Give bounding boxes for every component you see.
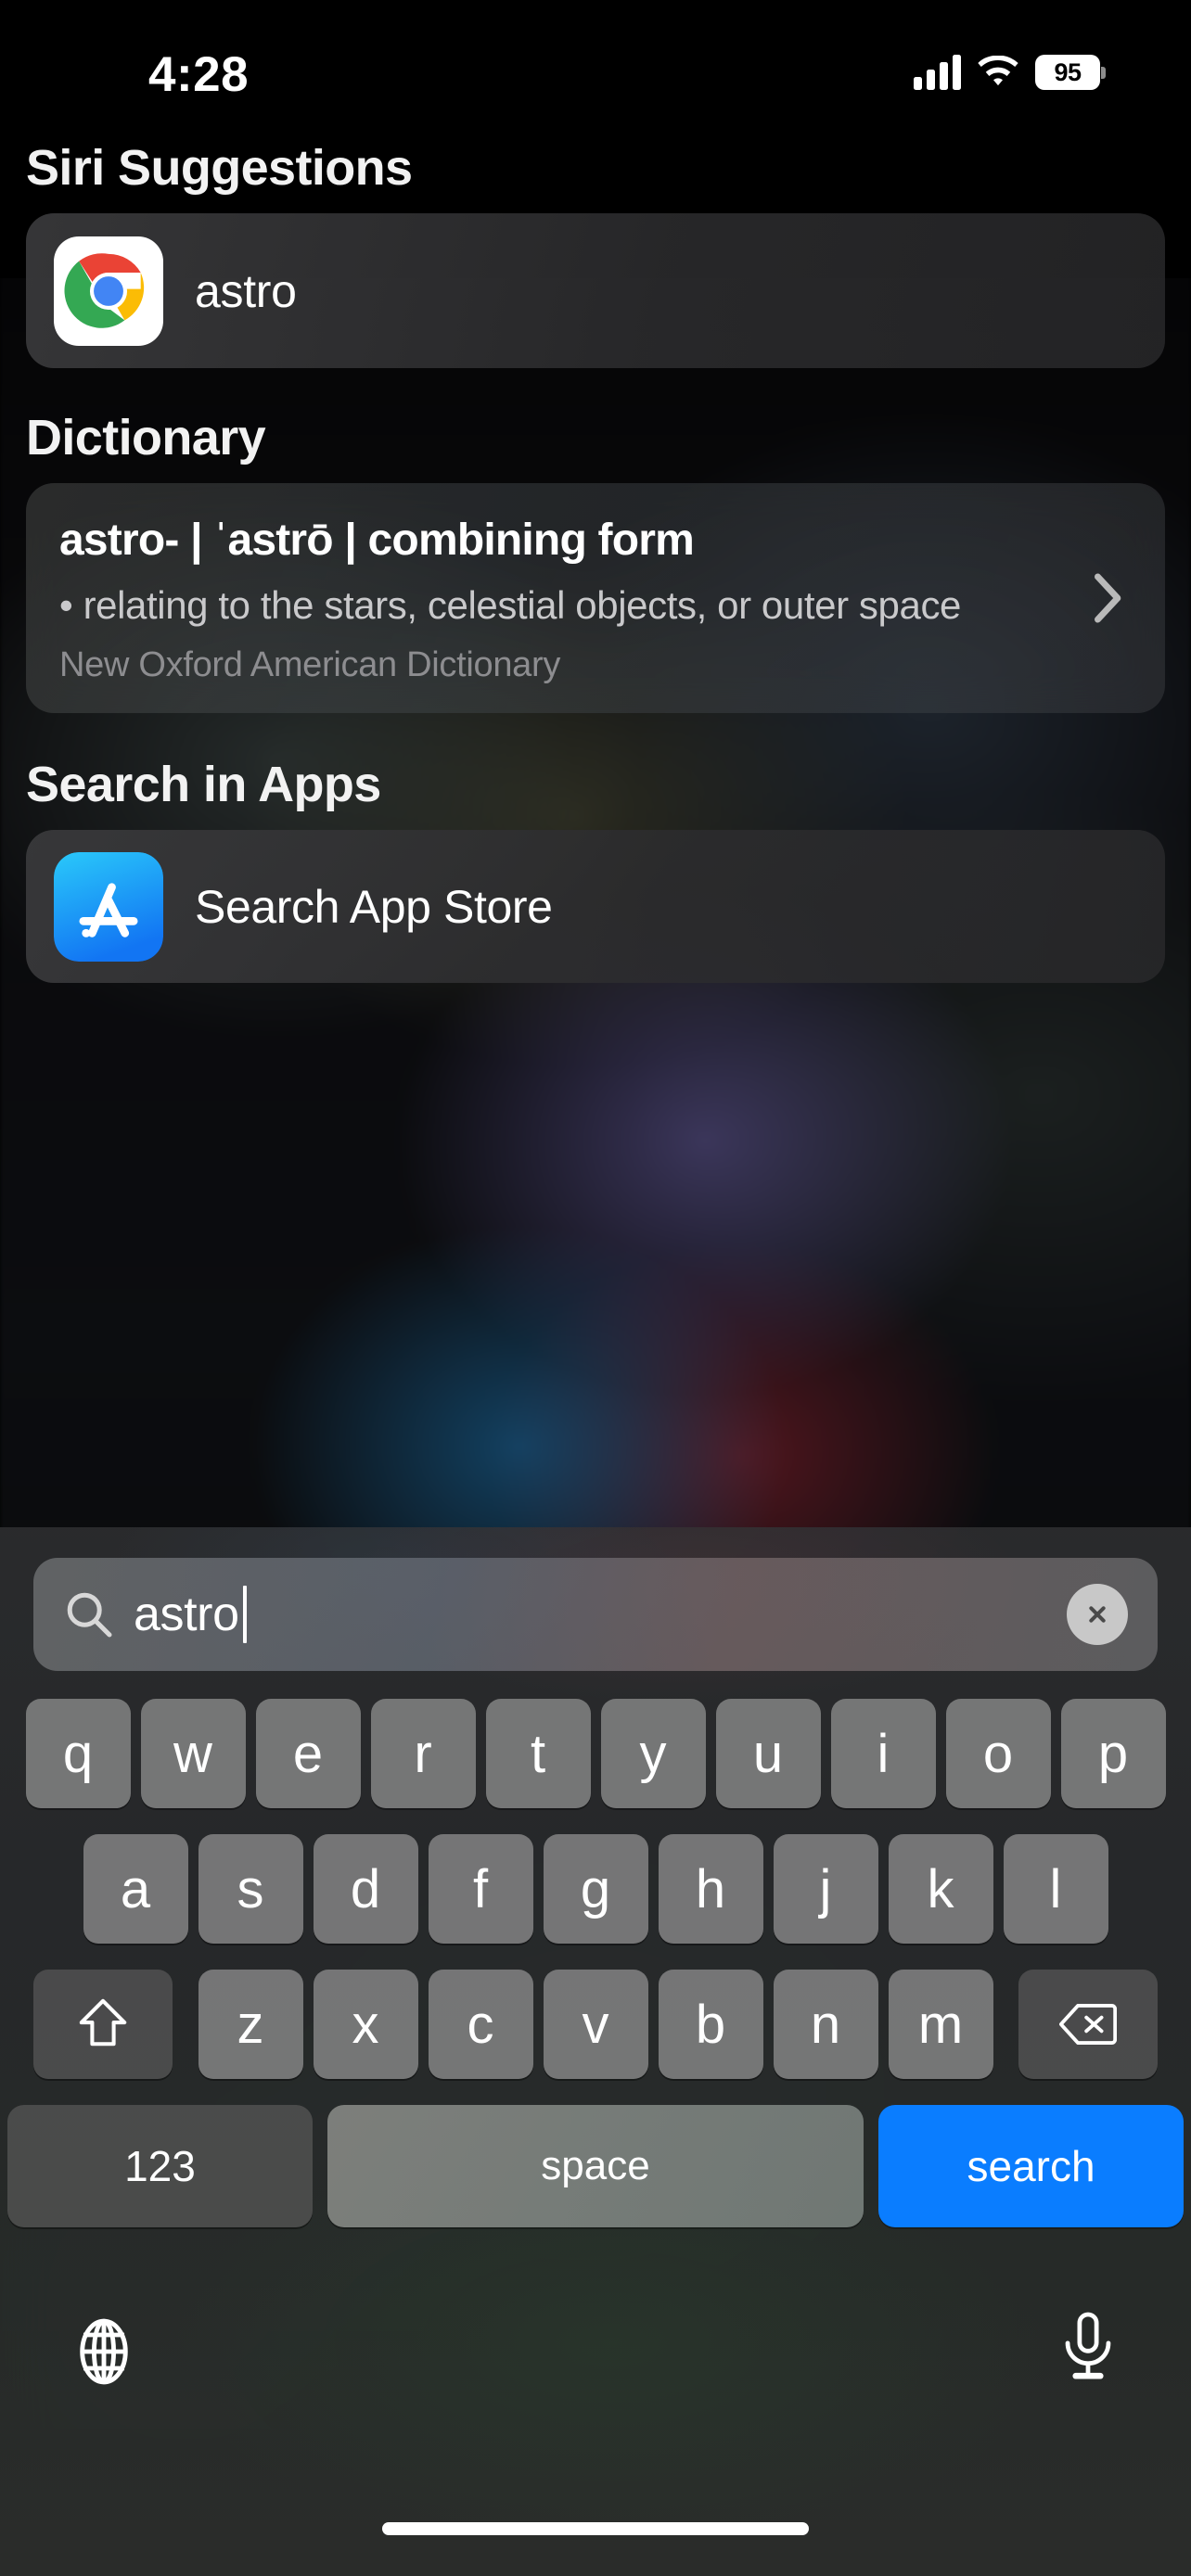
dictionary-card[interactable]: astro- | ˈastrō | combining form • relat… — [26, 483, 1165, 714]
key-d[interactable]: d — [313, 1834, 418, 1944]
search-input-value-wrap: astro — [134, 1586, 247, 1643]
globe-language-icon — [80, 2318, 128, 2385]
keyboard-row-2: a s d f g h j k l — [0, 1834, 1191, 1944]
key-k[interactable]: k — [888, 1834, 993, 1944]
search-results-list: Siri Suggestions astro Dictionary astro-… — [0, 139, 1191, 1530]
key-o[interactable]: o — [945, 1699, 1051, 1808]
clear-search-button[interactable] — [1067, 1584, 1128, 1645]
siri-suggestion-card[interactable]: astro — [26, 213, 1165, 368]
search-return-key[interactable]: search — [878, 2105, 1184, 2227]
search-app-store-label: Search App Store — [195, 880, 553, 933]
space-key[interactable]: space — [327, 2105, 864, 2227]
siri-suggestion-label: astro — [195, 264, 297, 317]
key-t[interactable]: t — [485, 1699, 591, 1808]
chevron-right-icon — [1095, 573, 1121, 623]
key-f[interactable]: f — [428, 1834, 533, 1944]
wifi-icon — [978, 56, 1018, 86]
search-magnifier-icon — [67, 1592, 112, 1638]
key-y[interactable]: y — [600, 1699, 706, 1808]
globe-key[interactable] — [70, 2318, 137, 2385]
list-item[interactable]: Search App Store — [26, 830, 1165, 983]
list-item[interactable]: astro — [26, 213, 1165, 368]
home-indicator — [382, 2522, 809, 2535]
key-l[interactable]: l — [1003, 1834, 1108, 1944]
dictionary-headword: astro- | ˈastrō | combining form — [59, 516, 695, 565]
clear-circle-x-icon — [1089, 1606, 1106, 1623]
key-x[interactable]: x — [313, 1970, 418, 2079]
key-q[interactable]: q — [25, 1699, 131, 1808]
key-u[interactable]: u — [715, 1699, 821, 1808]
keyboard-row-4: 123 space search — [0, 2105, 1191, 2227]
key-r[interactable]: r — [370, 1699, 476, 1808]
keyboard-row-3: z x c v b n m — [0, 1970, 1191, 2079]
key-g[interactable]: g — [543, 1834, 648, 1944]
shift-key[interactable] — [33, 1970, 173, 2079]
app-store-icon — [54, 851, 163, 962]
key-n[interactable]: n — [773, 1970, 878, 2079]
section-header-dictionary: Dictionary — [26, 410, 266, 465]
key-v[interactable]: v — [543, 1970, 648, 2079]
dictionary-source: New Oxford American Dictionary — [59, 645, 561, 685]
microphone-icon — [1065, 2312, 1111, 2379]
backspace-delete-icon — [1059, 2004, 1117, 2045]
key-c[interactable]: c — [428, 1970, 533, 2079]
keyboard-panel: astro q w e r t y u i o p a s d f g h j … — [0, 1527, 1191, 2576]
delete-key[interactable] — [1018, 1970, 1158, 2079]
dictation-key[interactable] — [1061, 2311, 1115, 2385]
key-i[interactable]: i — [830, 1699, 936, 1808]
search-in-apps-card[interactable]: Search App Store — [26, 830, 1165, 984]
text-cursor — [242, 1586, 247, 1643]
key-p[interactable]: p — [1060, 1699, 1166, 1808]
cellular-bars-icon — [914, 55, 961, 90]
key-z[interactable]: z — [198, 1970, 303, 2079]
search-input[interactable]: astro — [33, 1558, 1158, 1671]
chrome-app-icon — [54, 236, 163, 346]
search-input-value: astro — [134, 1588, 239, 1641]
status-bar-indicators: 95 — [914, 46, 1106, 98]
section-header-search-in-apps: Search in Apps — [26, 757, 381, 813]
key-h[interactable]: h — [658, 1834, 763, 1944]
keyboard-row-1: q w e r t y u i o p — [0, 1699, 1191, 1808]
status-bar: 4:28 95 — [0, 0, 1191, 139]
key-w[interactable]: w — [140, 1699, 246, 1808]
keyboard-rows: q w e r t y u i o p a s d f g h j k l z … — [0, 1699, 1191, 2253]
key-b[interactable]: b — [658, 1970, 763, 2079]
dictionary-definition: • relating to the stars, celestial objec… — [59, 582, 962, 627]
section-header-siri-suggestions: Siri Suggestions — [26, 140, 413, 196]
key-a[interactable]: a — [83, 1834, 188, 1944]
status-bar-time: 4:28 — [148, 47, 250, 102]
shift-arrow-icon — [79, 1998, 127, 2047]
battery-icon: 95 — [1035, 55, 1106, 90]
key-s[interactable]: s — [198, 1834, 303, 1944]
key-e[interactable]: e — [255, 1699, 361, 1808]
key-m[interactable]: m — [888, 1970, 993, 2079]
numbers-key[interactable]: 123 — [7, 2105, 313, 2227]
key-j[interactable]: j — [773, 1834, 878, 1944]
battery-percent-label: 95 — [1054, 57, 1082, 86]
spotlight-search-screen: 4:28 95 Siri Suggestions astro Dictionar… — [0, 0, 1191, 2576]
